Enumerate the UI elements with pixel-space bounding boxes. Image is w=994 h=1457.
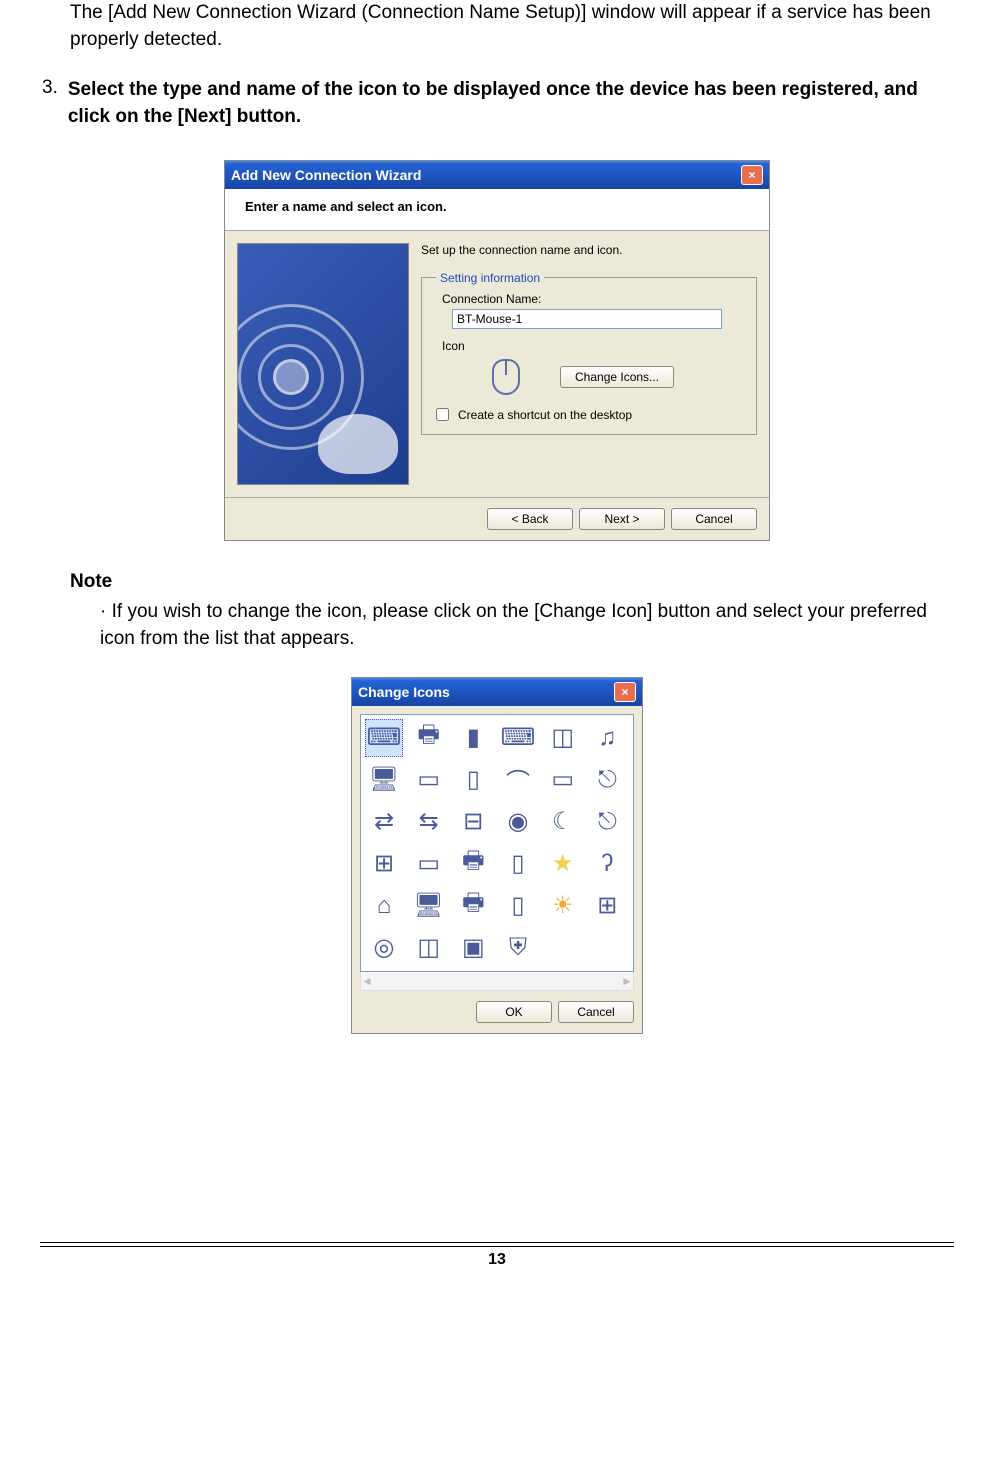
network2-icon[interactable]: ⇆ [410,803,448,841]
disc-icon[interactable]: ◎ [365,929,403,967]
icons-title-bar: Change Icons × [352,678,642,706]
keyboard-icon[interactable]: ⌨ [365,719,403,757]
network-icon[interactable]: ⇄ [365,803,403,841]
shortcut-checkbox[interactable] [436,408,449,421]
printer3-icon[interactable]: 🖶 [454,887,492,925]
laptop-icon[interactable]: ▭ [410,761,448,799]
monitor-icon[interactable]: 🖥 [410,887,448,925]
tower-icon[interactable]: ▯ [499,887,537,925]
modem-icon[interactable]: ▭ [410,845,448,883]
moon-icon[interactable]: ☾ [544,803,582,841]
pda-icon[interactable]: ◫ [544,719,582,757]
speaker-icon[interactable]: ◫ [410,929,448,967]
step-text: Select the type and name of the icon to … [68,77,934,130]
icons-grid: ⌨ 🖶 ▮ ⌨ ◫ ♫ 🖥 ▭ ▯ ⌒ ▭ ⎋ ⇄ ⇆ ⊟ ◉ ☾ ⎋ ⊞ ▭ … [360,714,634,972]
hub-icon[interactable]: ⊞ [365,845,403,883]
printer-icon[interactable]: 🖶 [410,719,448,757]
headphones-icon[interactable]: ♫ [588,719,626,757]
change-icons-window: Change Icons × ⌨ 🖶 ▮ ⌨ ◫ ♫ 🖥 ▭ ▯ ⌒ ▭ ⎋ ⇄… [351,677,643,1034]
mouse-icon [492,359,520,395]
page-number: 13 [0,1251,994,1269]
connection-name-input[interactable] [452,309,722,329]
setting-fieldset: Setting information Connection Name: Ico… [421,277,757,435]
page-footer: 13 [0,1234,994,1269]
icons-footer: OK Cancel [352,991,642,1033]
wireless-pc-icon[interactable]: 🖥 [365,761,403,799]
cancel-button[interactable]: Cancel [671,508,757,530]
close-icon[interactable]: × [741,165,763,185]
device-icon[interactable]: ⊞ [588,887,626,925]
printer2-icon[interactable]: 🖶 [454,845,492,883]
scroll-bar[interactable]: ◄ ► [360,972,634,991]
wizard-form: Set up the connection name and icon. Set… [421,243,757,485]
intro-text: The [Add New Connection Wizard (Connecti… [70,0,934,53]
note-body: · If you wish to change the icon, please… [100,599,934,652]
star-icon[interactable]: ★ [544,845,582,883]
remote-icon[interactable]: ▯ [499,845,537,883]
fax-icon[interactable]: ⌂ [365,887,403,925]
footer-rule [40,1242,954,1247]
camera2-icon[interactable]: ▣ [454,929,492,967]
form-instruction: Set up the connection name and icon. [421,243,757,257]
camera-icon[interactable]: ◉ [499,803,537,841]
wizard-title-bar: Add New Connection Wizard × [225,161,769,189]
hook-icon[interactable]: ʔ [588,845,626,883]
step-3: 3. Select the type and name of the icon … [60,77,934,130]
mouse-illustration [318,414,398,474]
next-button[interactable]: Next > [579,508,665,530]
drive-icon[interactable]: ⊟ [454,803,492,841]
wizard-subtitle: Enter a name and select an icon. [225,189,769,231]
shield-icon[interactable]: ⛨ [499,929,537,967]
wizard-title: Add New Connection Wizard [231,167,421,183]
wizard-window: Add New Connection Wizard × Enter a name… [224,160,770,541]
back-button[interactable]: < Back [487,508,573,530]
headset-icon[interactable]: ⎋ [588,761,626,799]
mouse-icon[interactable]: ⌒ [499,761,537,799]
step-number: 3. [42,77,58,130]
wizard-illustration [237,243,409,485]
icons-title: Change Icons [358,684,450,700]
note-heading: Note [70,571,934,593]
change-icons-button[interactable]: Change Icons... [560,366,674,388]
fieldset-legend: Setting information [436,271,544,285]
scroll-left-icon[interactable]: ◄ [361,974,373,988]
phone-icon[interactable]: ▮ [454,719,492,757]
scanner-icon[interactable]: ▭ [544,761,582,799]
wizard-footer: < Back Next > Cancel [225,497,769,540]
connection-name-label: Connection Name: [442,292,746,306]
icon-label: Icon [442,339,746,353]
ok-button[interactable]: OK [476,1001,552,1023]
sun-icon[interactable]: ☀ [544,887,582,925]
keyboard2-icon[interactable]: ⌨ [499,719,537,757]
shortcut-label: Create a shortcut on the desktop [458,408,632,422]
scroll-right-icon[interactable]: ► [621,974,633,988]
wizard-body: Set up the connection name and icon. Set… [225,231,769,497]
headset2-icon[interactable]: ⎋ [588,803,626,841]
cancel-button[interactable]: Cancel [558,1001,634,1023]
mobile-icon[interactable]: ▯ [454,761,492,799]
close-icon[interactable]: × [614,682,636,702]
